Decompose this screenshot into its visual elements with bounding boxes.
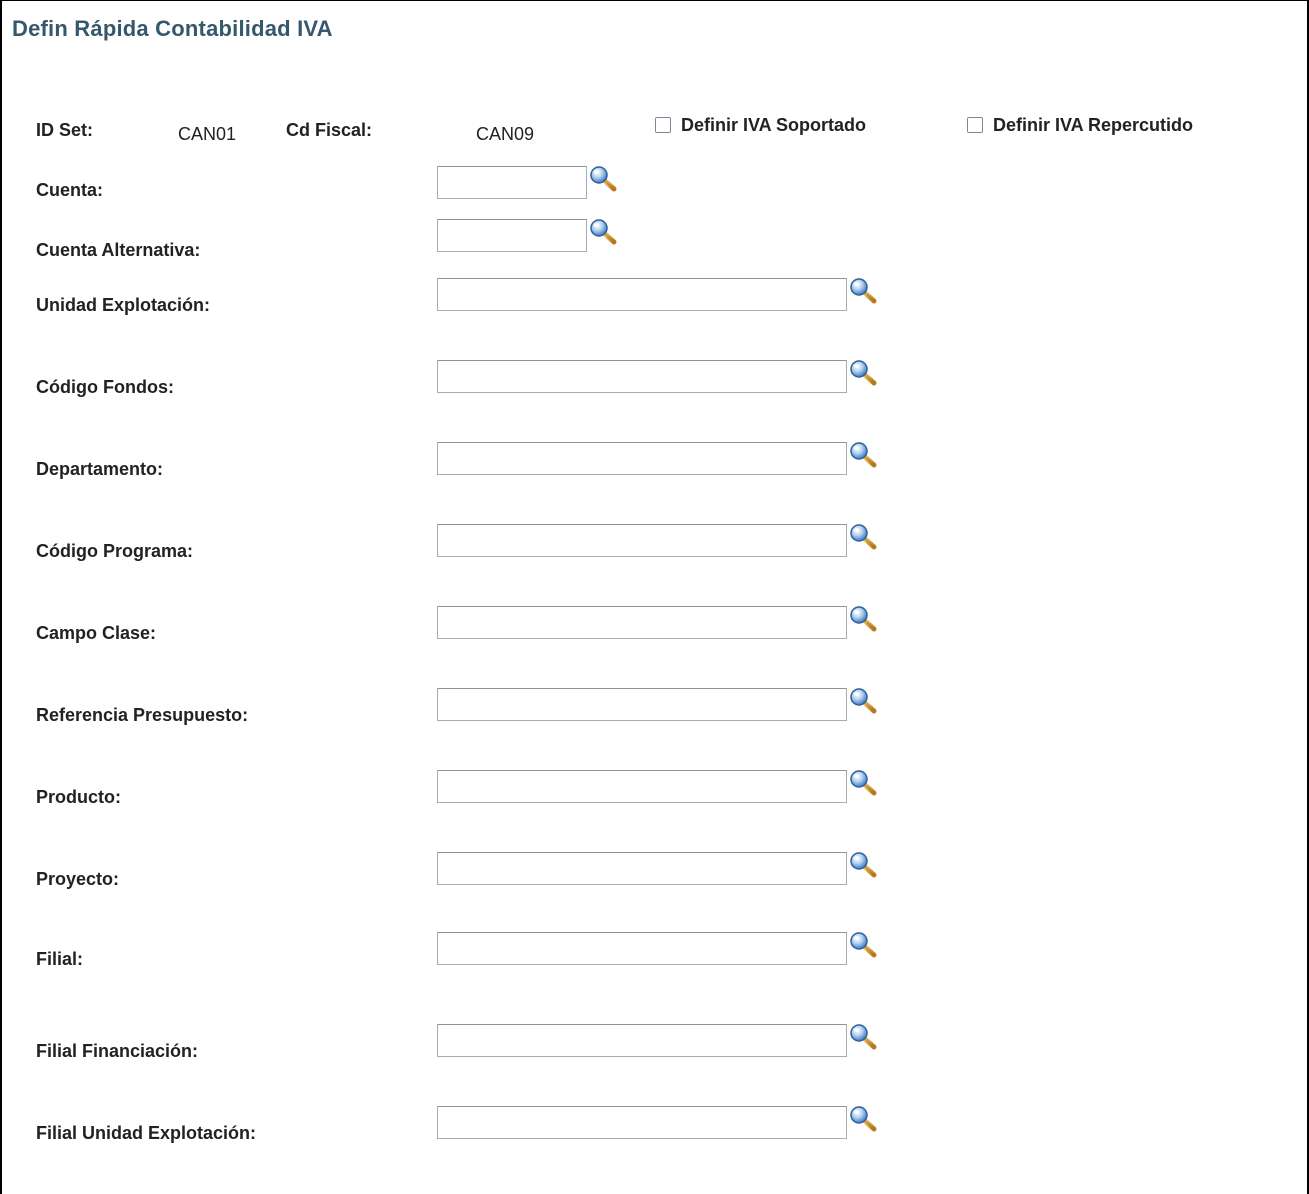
producto-input[interactable]: [437, 770, 847, 803]
filial-financiacion-input[interactable]: [437, 1024, 847, 1057]
cuenta-alternativa-label: Cuenta Alternativa:: [36, 240, 201, 260]
taxcode-label: Cd Fiscal:: [286, 120, 373, 140]
unidad-explotacion-input[interactable]: [437, 278, 847, 311]
cuenta-input[interactable]: [437, 166, 587, 199]
lookup-icon[interactable]: [849, 769, 877, 797]
page-title: Defin Rápida Contabilidad IVA: [12, 16, 333, 41]
proyecto-input[interactable]: [437, 852, 847, 885]
lookup-icon[interactable]: [849, 851, 877, 879]
codigo-programa-input[interactable]: [437, 524, 847, 557]
cuenta-label: Cuenta:: [36, 180, 103, 200]
codigo-programa-label: Código Programa:: [36, 541, 194, 561]
filial-unidad-explotacion-input[interactable]: [437, 1106, 847, 1139]
setid-value: CAN01: [178, 124, 237, 144]
unidad-explotacion-label: Unidad Explotación:: [36, 295, 211, 315]
cuenta-alternativa-input[interactable]: [437, 219, 587, 252]
page-frame: [0, 0, 1309, 1194]
lookup-icon[interactable]: [589, 165, 617, 193]
filial-unidad-explotacion-label: Filial Unidad Explotación:: [36, 1123, 257, 1143]
proyecto-label: Proyecto:: [36, 869, 120, 889]
campo-clase-label: Campo Clase:: [36, 623, 157, 643]
filial-input[interactable]: [437, 932, 847, 965]
define-vat-input-checkbox[interactable]: [655, 117, 671, 133]
lookup-icon[interactable]: [849, 277, 877, 305]
lookup-icon[interactable]: [849, 687, 877, 715]
define-vat-output-label[interactable]: Definir IVA Repercutido: [993, 115, 1193, 136]
departamento-label: Departamento:: [36, 459, 164, 479]
filial-label: Filial:: [36, 949, 84, 969]
lookup-icon[interactable]: [849, 1105, 877, 1133]
producto-label: Producto:: [36, 787, 121, 807]
lookup-icon[interactable]: [849, 359, 877, 387]
taxcode-value: CAN09: [476, 124, 535, 144]
referencia-presupuesto-label: Referencia Presupuesto:: [36, 705, 249, 725]
filial-financiacion-label: Filial Financiación:: [36, 1041, 199, 1061]
define-vat-input-label[interactable]: Definir IVA Soportado: [681, 115, 866, 136]
departamento-input[interactable]: [437, 442, 847, 475]
lookup-icon[interactable]: [589, 218, 617, 246]
setid-label: ID Set:: [36, 120, 94, 140]
lookup-icon[interactable]: [849, 441, 877, 469]
lookup-icon[interactable]: [849, 1023, 877, 1051]
lookup-icon[interactable]: [849, 605, 877, 633]
define-vat-output-checkbox[interactable]: [967, 117, 983, 133]
referencia-presupuesto-input[interactable]: [437, 688, 847, 721]
lookup-icon[interactable]: [849, 931, 877, 959]
campo-clase-input[interactable]: [437, 606, 847, 639]
lookup-icon[interactable]: [849, 523, 877, 551]
codigo-fondos-label: Código Fondos:: [36, 377, 174, 397]
codigo-fondos-input[interactable]: [437, 360, 847, 393]
